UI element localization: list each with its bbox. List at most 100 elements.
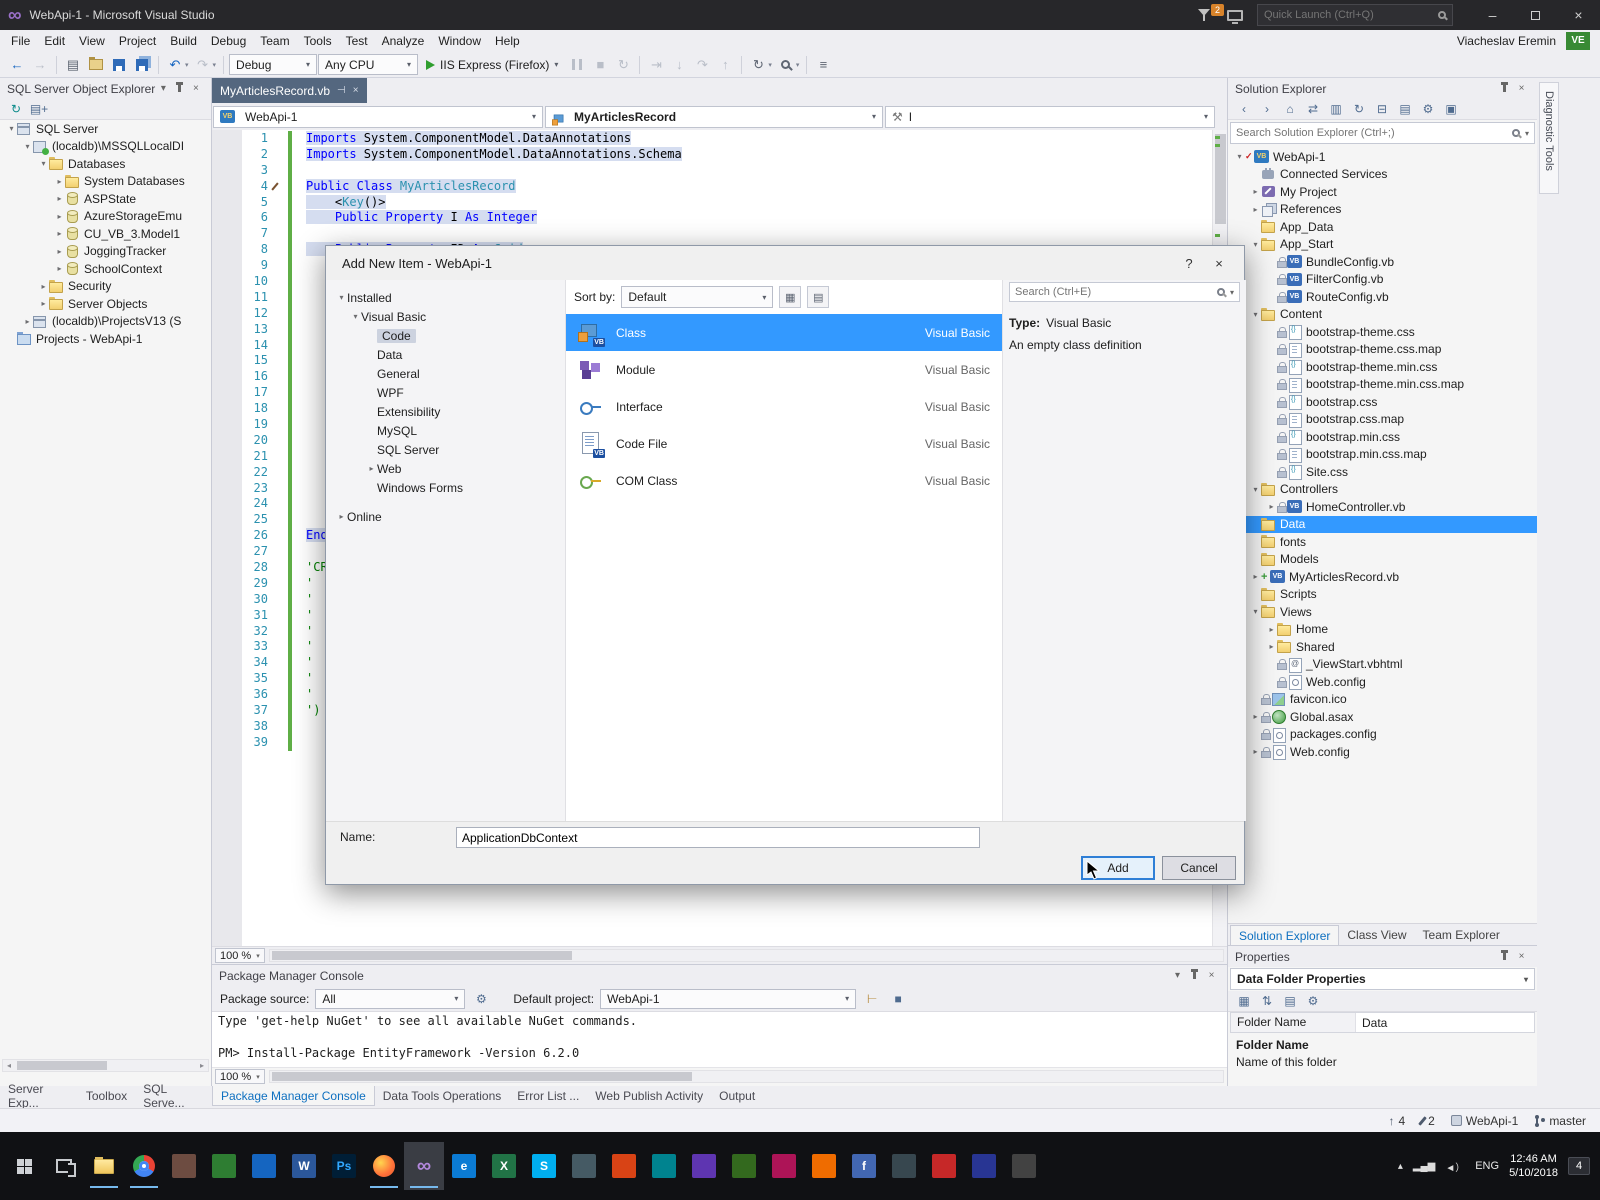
collapsed-arrow-icon[interactable]: ▸ bbox=[1250, 747, 1261, 756]
collapsed-arrow-icon[interactable]: ▸ bbox=[1266, 642, 1277, 651]
project-dropdown[interactable]: WebApi-1▾ bbox=[213, 105, 543, 128]
skype[interactable]: S bbox=[524, 1142, 564, 1190]
solution-tree-item[interactable]: bootstrap-theme.min.css bbox=[1228, 358, 1537, 376]
firefox[interactable] bbox=[364, 1142, 404, 1190]
photoshop[interactable]: Ps bbox=[324, 1142, 364, 1190]
action-center-badge[interactable]: 4 bbox=[1568, 1157, 1590, 1175]
template-item-class[interactable]: VB Class Visual Basic bbox=[566, 314, 1002, 351]
solution-tree-item[interactable]: fonts bbox=[1228, 533, 1537, 551]
solution-tree-item[interactable]: ▸ Global.asax bbox=[1228, 708, 1537, 726]
sql-tree-item[interactable]: ▸ Server Objects bbox=[0, 295, 211, 313]
close-icon[interactable]: × bbox=[353, 85, 359, 96]
show-next-statement-icon[interactable]: ⇥ bbox=[645, 54, 667, 76]
toolbar-options-icon[interactable]: ≡ bbox=[812, 54, 834, 76]
sql-tree-item[interactable]: Projects - WebApi-1 bbox=[0, 330, 211, 348]
solution-tree-item[interactable]: ▸ HomeController.vb bbox=[1228, 498, 1537, 516]
sql-tree-item[interactable]: ▸ AzureStorageEmu bbox=[0, 208, 211, 226]
user-name[interactable]: Viacheslav Eremin bbox=[1457, 34, 1556, 48]
pmc-console-output[interactable]: Type 'get-help NuGet' to see all availab… bbox=[212, 1012, 1227, 1068]
sql-tree-item[interactable]: ▾ SQL Server bbox=[0, 120, 211, 138]
tab-solution-explorer[interactable]: Solution Explorer bbox=[1230, 925, 1340, 945]
maximize-button[interactable] bbox=[1514, 0, 1557, 30]
expanded-arrow-icon[interactable]: ▾ bbox=[1250, 310, 1261, 319]
settings-icon[interactable]: ⚙ bbox=[1303, 991, 1323, 1011]
menu-window[interactable]: Window bbox=[431, 34, 488, 48]
menu-file[interactable]: File bbox=[4, 34, 37, 48]
sql-tree-item[interactable]: ▾ Databases bbox=[0, 155, 211, 173]
dialog-title-bar[interactable]: Add New Item - WebApi-1 ? × bbox=[326, 246, 1244, 280]
online-section[interactable]: ▸ Online bbox=[326, 507, 565, 526]
expanded-arrow-icon[interactable]: ▾ bbox=[1250, 240, 1261, 249]
sql-tree-item[interactable]: ▾ (localdb)\MSSQLLocalDI bbox=[0, 138, 211, 156]
language-indicator[interactable]: ENG bbox=[1475, 1160, 1499, 1172]
solution-tree-item[interactable]: Models bbox=[1228, 551, 1537, 569]
pmc-hscrollbar[interactable] bbox=[268, 1070, 1224, 1083]
solution-tree-item[interactable]: ▸ Shared bbox=[1228, 638, 1537, 656]
back-icon[interactable]: ‹ bbox=[1234, 99, 1254, 119]
menu-test[interactable]: Test bbox=[339, 34, 375, 48]
app-orange-red[interactable] bbox=[604, 1142, 644, 1190]
menu-edit[interactable]: Edit bbox=[37, 34, 72, 48]
member-dropdown[interactable]: ⚒ I ▾ bbox=[885, 105, 1215, 128]
small-icons-view-icon[interactable]: ▦ bbox=[779, 286, 802, 308]
pin-icon[interactable] bbox=[172, 81, 188, 97]
sql-tree-item[interactable]: ▸ SchoolContext bbox=[0, 260, 211, 278]
file-explorer[interactable] bbox=[84, 1142, 124, 1190]
save-all-icon[interactable] bbox=[131, 54, 153, 76]
collapsed-arrow-icon[interactable]: ▸ bbox=[38, 299, 49, 308]
category-item[interactable]: Extensibility bbox=[326, 402, 565, 421]
app-orange[interactable] bbox=[804, 1142, 844, 1190]
pending-changes-icon[interactable]: ▥ bbox=[1326, 99, 1346, 119]
solution-tree-item[interactable]: ▸+ MyArticlesRecord.vb bbox=[1228, 568, 1537, 586]
task-view-button[interactable] bbox=[44, 1142, 84, 1190]
excel[interactable]: X bbox=[484, 1142, 524, 1190]
chevron-down-icon[interactable]: ▾ bbox=[1169, 968, 1186, 984]
sql-tree-item[interactable]: ▸ (localdb)\ProjectsV13 (S bbox=[0, 313, 211, 331]
platform-dropdown[interactable]: Any CPU ▾ bbox=[318, 54, 419, 75]
branch-indicator[interactable]: master bbox=[1534, 1114, 1586, 1128]
undo-icon[interactable]: ↶ bbox=[164, 54, 186, 76]
tab-team-explorer[interactable]: Team Explorer bbox=[1415, 925, 1508, 945]
step-out-icon[interactable]: ↑ bbox=[714, 54, 736, 76]
commits-ahead-indicator[interactable]: ↑ 4 bbox=[1388, 1114, 1405, 1128]
item-name-input[interactable] bbox=[456, 827, 980, 848]
quick-launch-input[interactable] bbox=[1264, 9, 1432, 21]
close-icon[interactable]: × bbox=[1513, 81, 1530, 97]
close-button[interactable]: × bbox=[1557, 0, 1600, 30]
app-red[interactable] bbox=[924, 1142, 964, 1190]
expanded-arrow-icon[interactable]: ▾ bbox=[38, 159, 49, 168]
editor-hscrollbar[interactable] bbox=[268, 949, 1224, 962]
solution-tree-item[interactable]: bootstrap.css bbox=[1228, 393, 1537, 411]
properties-icon[interactable]: ⚙ bbox=[1418, 99, 1438, 119]
restart-icon[interactable]: ↻ bbox=[612, 54, 634, 76]
menu-build[interactable]: Build bbox=[163, 34, 204, 48]
navigate-back-icon[interactable]: ← bbox=[6, 54, 28, 76]
solution-tree-item[interactable]: FilterConfig.vb bbox=[1228, 271, 1537, 289]
app-indigo[interactable] bbox=[964, 1142, 1004, 1190]
user-avatar[interactable]: VE bbox=[1566, 32, 1590, 50]
visual-studio[interactable]: ∞ bbox=[404, 1142, 444, 1190]
menu-tools[interactable]: Tools bbox=[297, 34, 339, 48]
category-item[interactable]: Code bbox=[326, 326, 565, 345]
collapsed-arrow-icon[interactable]: ▸ bbox=[1266, 502, 1277, 511]
menu-debug[interactable]: Debug bbox=[204, 34, 253, 48]
app-slate[interactable] bbox=[564, 1142, 604, 1190]
category-item[interactable]: Windows Forms bbox=[326, 478, 565, 497]
solution-search-box[interactable]: ▾ bbox=[1230, 122, 1535, 144]
sql-panel-hscrollbar[interactable]: ◂ ▸ bbox=[2, 1059, 209, 1072]
sql-tree-item[interactable]: ▸ System Databases bbox=[0, 173, 211, 191]
property-value[interactable]: Data bbox=[1356, 1016, 1393, 1030]
help-button[interactable]: ? bbox=[1174, 252, 1204, 274]
preview-selected-icon[interactable]: ▣ bbox=[1441, 99, 1461, 119]
pin-icon[interactable]: ⊣ bbox=[337, 85, 346, 96]
menu-project[interactable]: Project bbox=[112, 34, 163, 48]
stop-host-icon[interactable]: ■ bbox=[888, 989, 908, 1009]
facebook[interactable]: f bbox=[844, 1142, 884, 1190]
property-pages-icon[interactable]: ▤ bbox=[1280, 991, 1300, 1011]
switch-views-icon[interactable]: ⇄ bbox=[1303, 99, 1323, 119]
close-icon[interactable]: × bbox=[1203, 968, 1220, 984]
collapsed-arrow-icon[interactable]: ▸ bbox=[1250, 572, 1261, 581]
sort-by-dropdown[interactable]: Default ▾ bbox=[621, 286, 774, 308]
collapsed-arrow-icon[interactable]: ▸ bbox=[54, 264, 65, 273]
category-item[interactable]: WPF bbox=[326, 383, 565, 402]
